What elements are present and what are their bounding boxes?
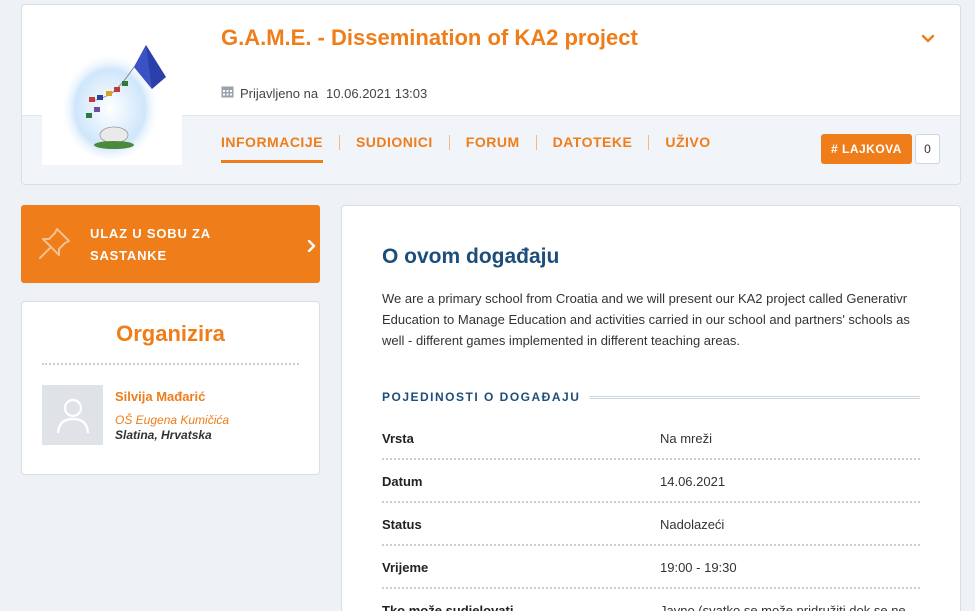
organizer-card: Organizira Silvija Mađarić OŠ Eugena Kum… [21, 301, 320, 475]
tab-separator [448, 135, 450, 150]
detail-value: 19:00 - 19:30 [660, 560, 737, 575]
tab-uzivo[interactable]: UŽIVO [665, 134, 710, 162]
organizer-heading: Organizira [116, 321, 225, 346]
tab-separator [535, 135, 537, 150]
detail-value: Na mreži [660, 431, 713, 446]
detail-row-date: Datum 14.06.2021 [382, 467, 920, 510]
organizer-school: OŠ Eugena Kumičića [115, 413, 230, 427]
chevron-down-icon[interactable] [920, 31, 936, 47]
tab-separator [648, 135, 650, 150]
detail-key: Datum [382, 474, 423, 489]
registration-label: Prijavljeno na [240, 85, 319, 101]
details-heading: POJEDINOSTI O DOGAĐAJU [382, 390, 920, 404]
tab-separator [338, 135, 340, 150]
detail-key: Vrsta [382, 431, 414, 446]
organizer-name[interactable]: Silvija Mađarić [115, 389, 205, 404]
detail-row-type: Vrsta Na mreži [382, 424, 920, 467]
about-heading: O ovom događaju [382, 245, 560, 268]
tab-sudionici[interactable]: SUDIONICI [356, 134, 433, 162]
about-event-card: O ovom događaju We are a primary school … [341, 205, 961, 611]
detail-key: Tko može sudjelovati [382, 603, 514, 611]
like-button[interactable]: # LAJKOVA [821, 134, 912, 164]
detail-key: Vrijeme [382, 560, 429, 575]
detail-row-time: Vrijeme 19:00 - 19:30 [382, 553, 920, 596]
user-icon [42, 385, 103, 445]
detail-key: Status [382, 517, 422, 532]
detail-value: 14.06.2021 [660, 474, 726, 489]
calendar-icon [221, 85, 234, 101]
detail-value: Nadolazeći [660, 517, 725, 532]
divider [382, 501, 920, 503]
detail-value: Javno (svatko se može pridružiti dok se … [660, 603, 906, 611]
tab-datoteke[interactable]: DATOTEKE [553, 134, 633, 162]
like-count: 0 [915, 134, 940, 164]
detail-row-status: Status Nadolazeći [382, 510, 920, 553]
detail-row-participants: Tko može sudjelovati Javno (svatko se mo… [382, 596, 920, 611]
event-tabs: INFORMACIJE SUDIONICI FORUM DATOTEKE UŽI… [221, 134, 711, 163]
event-header: G.A.M.E. - Dissemination of KA2 project … [21, 4, 961, 185]
divider [382, 587, 920, 589]
chevron-right-icon [307, 239, 317, 257]
details-heading-label: POJEDINOSTI O DOGAĐAJU [382, 390, 581, 404]
enter-meeting-room-button[interactable]: ULAZ U SOBU ZA SASTANKE [21, 205, 320, 283]
organizer-location: Slatina, Hrvatska [115, 428, 212, 442]
pin-icon [37, 225, 73, 266]
tab-informacije[interactable]: INFORMACIJE [221, 134, 323, 163]
registration-date: Prijavljeno na 10.06.2021 13:03 [221, 85, 427, 101]
tab-forum[interactable]: FORUM [466, 134, 520, 162]
event-title: G.A.M.E. - Dissemination of KA2 project [221, 25, 638, 50]
divider [382, 544, 920, 546]
registration-value: 10.06.2021 13:03 [326, 85, 428, 101]
event-thumbnail [42, 25, 182, 165]
divider [590, 395, 920, 399]
divider [382, 458, 920, 460]
about-description: We are a primary school from Croatia and… [382, 291, 910, 348]
divider [42, 363, 299, 365]
enter-meeting-room-label: ULAZ U SOBU ZA SASTANKE [90, 226, 211, 263]
